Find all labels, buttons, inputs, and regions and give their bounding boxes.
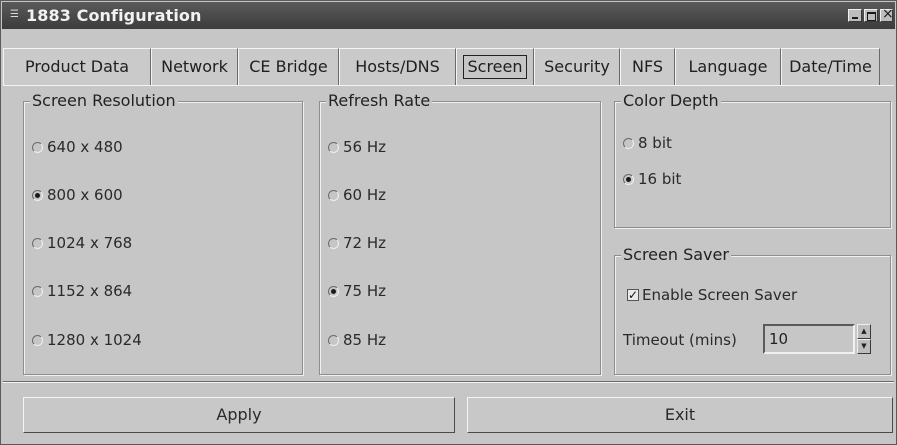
- radio-icon: [328, 142, 339, 153]
- tab-label: CE Bridge: [249, 57, 328, 76]
- color-depth-option-8bit[interactable]: 8 bit: [623, 134, 672, 152]
- color-depth-group: Color Depth 8 bit 16 bit: [614, 91, 891, 228]
- option-label: 56 Hz: [343, 138, 387, 156]
- radio-icon: [623, 138, 634, 149]
- tab-label: Screen: [463, 55, 527, 79]
- option-label: 1024 x 768: [47, 234, 133, 252]
- tab-divider: [3, 85, 894, 86]
- option-label: 8 bit: [638, 134, 672, 152]
- resolution-option-640x480[interactable]: 640 x 480: [32, 138, 123, 156]
- group-title: Refresh Rate: [326, 91, 433, 111]
- option-label: 72 Hz: [343, 234, 387, 252]
- timeout-spinner: ▲ ▼: [857, 324, 871, 354]
- timeout-input[interactable]: 10: [763, 324, 855, 354]
- title-bar[interactable]: ☰ 1883 Configuration: [2, 2, 895, 29]
- option-label: 640 x 480: [47, 138, 123, 156]
- tab-bar: Product Data Network CE Bridge Hosts/DNS…: [3, 48, 896, 86]
- refresh-option-60hz[interactable]: 60 Hz: [328, 186, 386, 204]
- tab-label: Product Data: [24, 57, 130, 76]
- option-label: 16 bit: [638, 170, 682, 188]
- tab-ce-bridge[interactable]: CE Bridge: [238, 48, 339, 86]
- divider: [3, 381, 894, 383]
- option-label: 800 x 600: [47, 186, 123, 204]
- resolution-option-1024x768[interactable]: 1024 x 768: [32, 234, 132, 252]
- configuration-window: ☰ 1883 Configuration Product Data Networ…: [0, 0, 897, 445]
- tab-network[interactable]: Network: [151, 48, 238, 86]
- window-menu-icon[interactable]: ☰: [10, 9, 22, 21]
- refresh-option-56hz[interactable]: 56 Hz: [328, 138, 386, 156]
- radio-icon: [32, 335, 43, 346]
- radio-selected-icon: [623, 174, 634, 185]
- spin-down-icon[interactable]: ▼: [857, 339, 871, 354]
- radio-icon: [328, 190, 339, 201]
- resolution-option-800x600[interactable]: 800 x 600: [32, 186, 123, 204]
- radio-icon: [32, 286, 43, 297]
- radio-selected-icon: [32, 190, 43, 201]
- refresh-option-75hz[interactable]: 75 Hz: [328, 282, 386, 300]
- radio-icon: [328, 238, 339, 249]
- window-title: 1883 Configuration: [26, 6, 202, 25]
- tab-security[interactable]: Security: [534, 48, 620, 86]
- maximize-icon[interactable]: [864, 9, 878, 22]
- group-title: Screen Saver: [621, 245, 731, 265]
- minimize-icon[interactable]: [848, 9, 862, 22]
- option-label: 1152 x 864: [47, 282, 133, 300]
- tab-label: NFS: [631, 57, 664, 76]
- tab-screen[interactable]: Screen: [456, 48, 534, 86]
- tab-label: Hosts/DNS: [355, 57, 440, 76]
- tab-hosts-dns[interactable]: Hosts/DNS: [339, 48, 456, 86]
- close-icon[interactable]: [880, 6, 894, 22]
- refresh-rate-group: Refresh Rate 56 Hz 60 Hz 72 Hz 75 Hz 85 …: [319, 91, 601, 375]
- checkbox-label: Enable Screen Saver: [642, 286, 798, 304]
- radio-icon: [328, 335, 339, 346]
- tab-label: Security: [544, 57, 610, 76]
- resolution-option-1152x864[interactable]: 1152 x 864: [32, 282, 132, 300]
- resolution-option-1280x1024[interactable]: 1280 x 1024: [32, 331, 142, 349]
- group-title: Color Depth: [621, 91, 721, 111]
- option-label: 75 Hz: [343, 282, 387, 300]
- tab-label: Date/Time: [789, 57, 872, 76]
- refresh-option-72hz[interactable]: 72 Hz: [328, 234, 386, 252]
- radio-selected-icon: [328, 286, 339, 297]
- spin-up-icon[interactable]: ▲: [857, 324, 871, 339]
- apply-button[interactable]: Apply: [23, 397, 455, 433]
- timeout-label: Timeout (mins): [623, 331, 737, 349]
- group-title: Screen Resolution: [30, 91, 178, 111]
- option-label: 1280 x 1024: [47, 331, 142, 349]
- tab-nfs[interactable]: NFS: [620, 48, 675, 86]
- screen-saver-group: Screen Saver Enable Screen Saver Timeout…: [614, 245, 891, 375]
- option-label: 60 Hz: [343, 186, 387, 204]
- enable-screen-saver-checkbox[interactable]: Enable Screen Saver: [627, 286, 797, 304]
- tab-label: Language: [688, 57, 768, 76]
- tab-date-time[interactable]: Date/Time: [781, 48, 880, 86]
- radio-icon: [32, 238, 43, 249]
- option-label: 85 Hz: [343, 331, 387, 349]
- tab-label: Network: [161, 57, 228, 76]
- tab-language[interactable]: Language: [675, 48, 781, 86]
- radio-icon: [32, 142, 43, 153]
- exit-button[interactable]: Exit: [467, 397, 893, 433]
- screen-resolution-group: Screen Resolution 640 x 480 800 x 600 10…: [23, 91, 303, 375]
- tab-product-data[interactable]: Product Data: [3, 48, 151, 86]
- checkbox-checked-icon: [627, 286, 639, 304]
- refresh-option-85hz[interactable]: 85 Hz: [328, 331, 386, 349]
- color-depth-option-16bit[interactable]: 16 bit: [623, 170, 681, 188]
